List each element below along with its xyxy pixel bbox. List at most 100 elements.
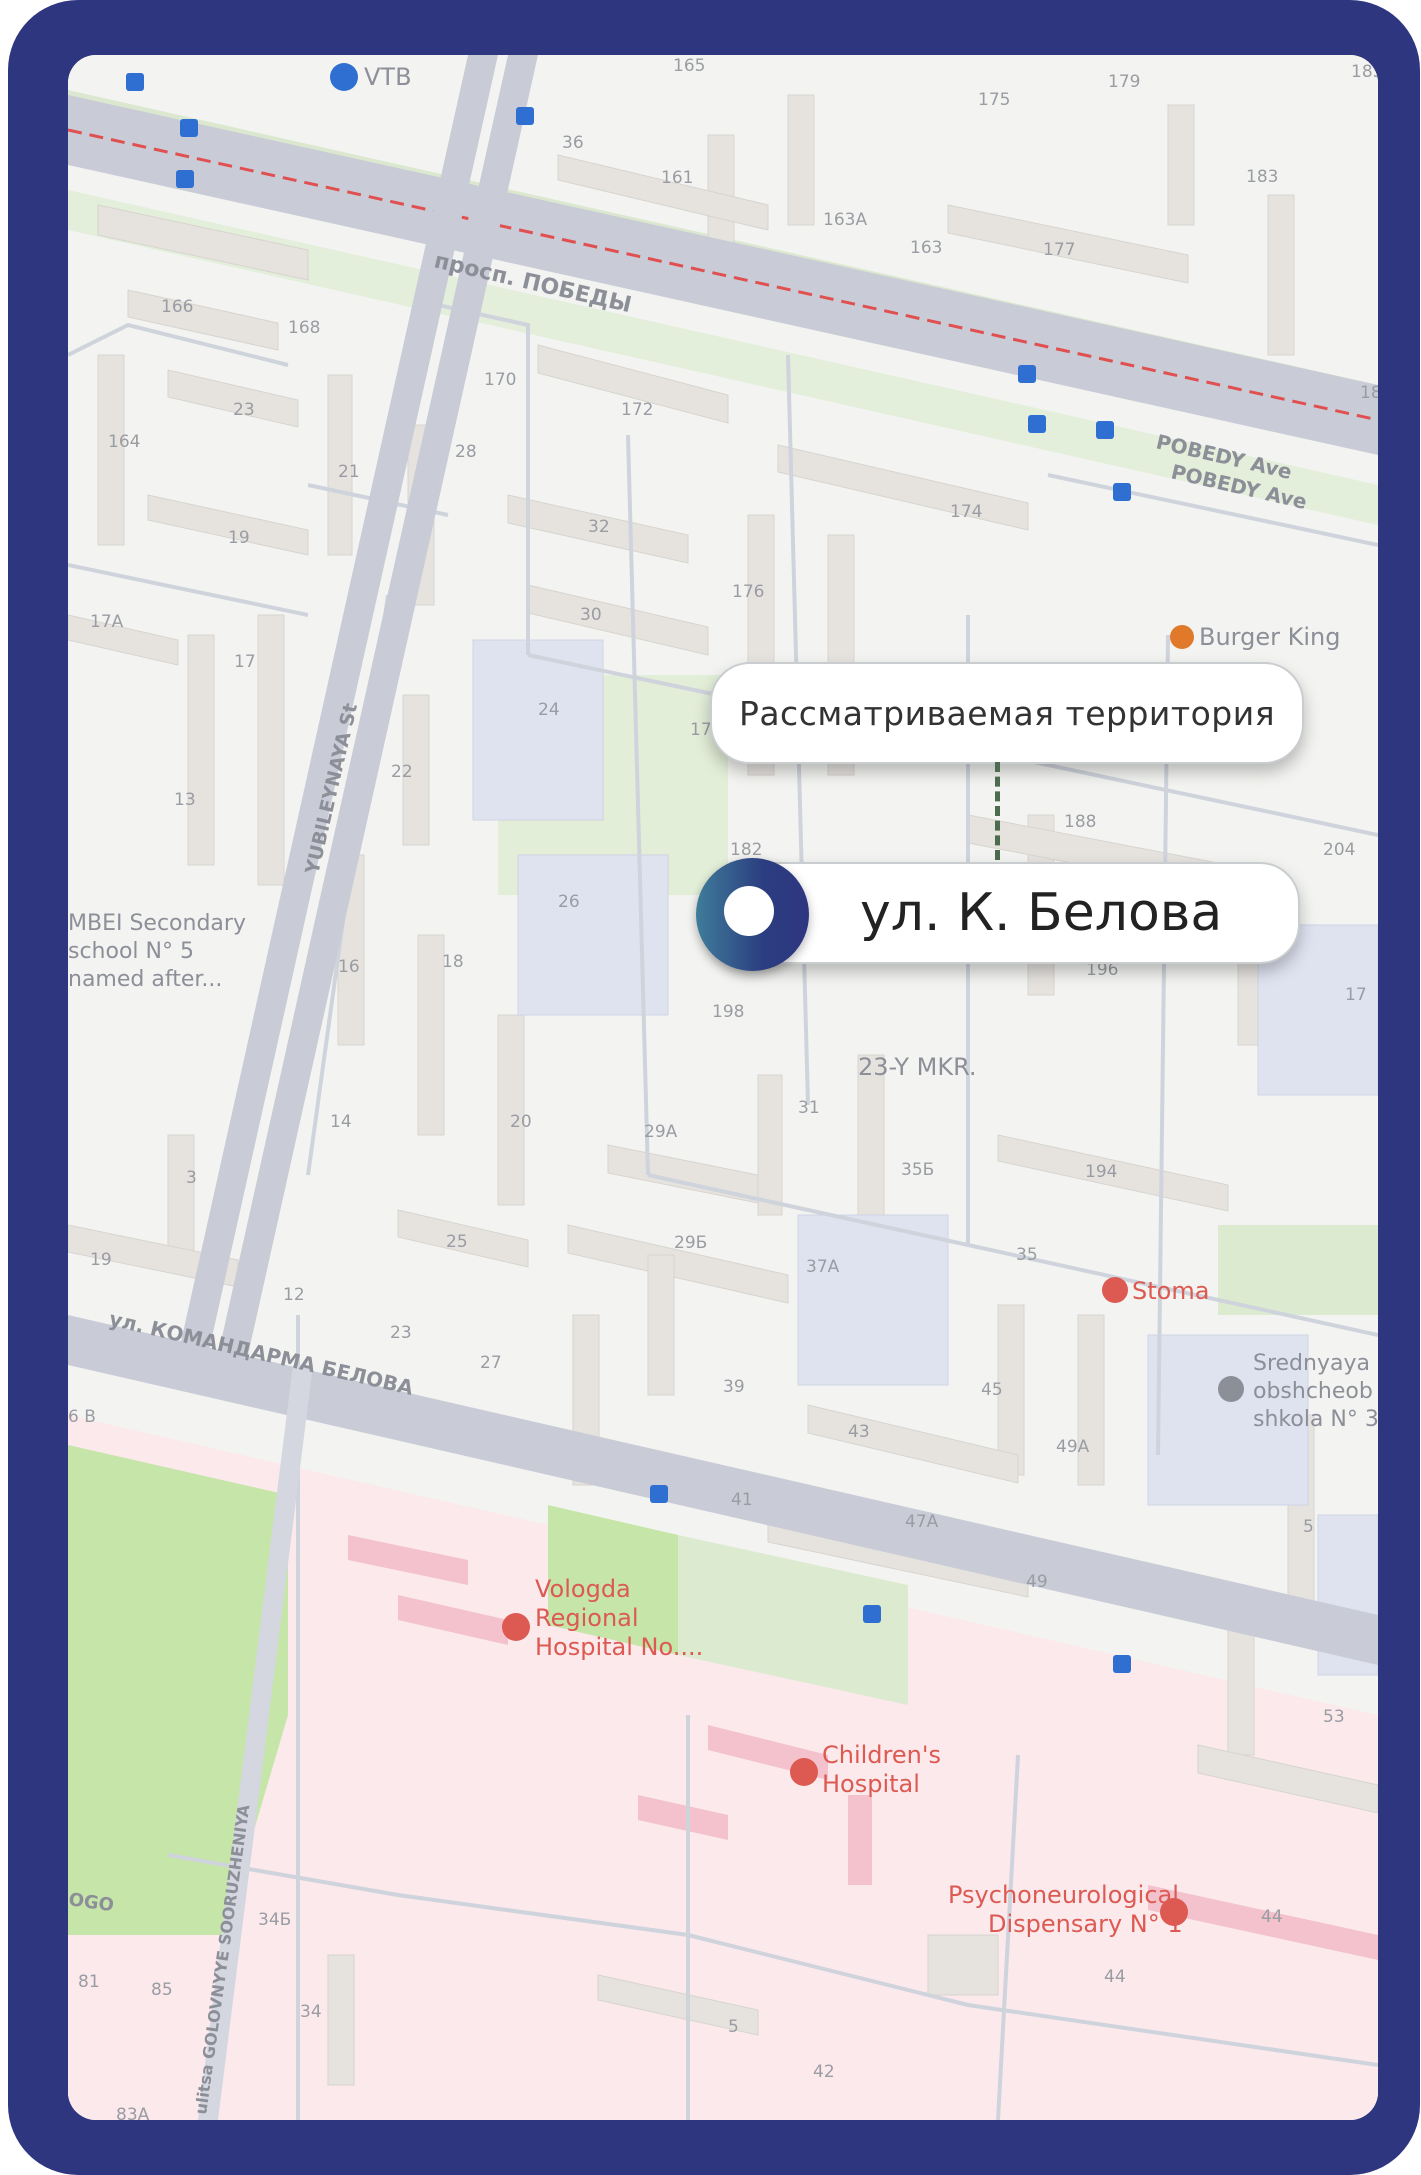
svg-text:44: 44 xyxy=(1261,1907,1283,1927)
svg-text:school N° 5: school N° 5 xyxy=(68,939,194,964)
svg-text:83A: 83A xyxy=(116,2105,150,2120)
svg-text:3: 3 xyxy=(186,1168,197,1188)
svg-text:Hospital: Hospital xyxy=(822,1770,920,1798)
svg-text:34Б: 34Б xyxy=(258,1910,291,1930)
svg-text:166: 166 xyxy=(161,297,193,317)
svg-text:26: 26 xyxy=(558,892,580,912)
location-pin-icon[interactable] xyxy=(696,858,809,971)
svg-text:179: 179 xyxy=(1108,72,1140,92)
svg-text:188: 188 xyxy=(1064,812,1096,832)
svg-text:49A: 49A xyxy=(1056,1437,1090,1457)
svg-text:34: 34 xyxy=(300,2002,322,2022)
svg-text:41: 41 xyxy=(731,1490,753,1510)
svg-text:25: 25 xyxy=(446,1232,468,1252)
svg-text:named after...: named after... xyxy=(68,967,222,992)
svg-text:5: 5 xyxy=(728,2017,739,2037)
svg-text:44: 44 xyxy=(1104,1967,1126,1987)
svg-text:47A: 47A xyxy=(905,1512,939,1532)
vtb-label[interactable]: VTB xyxy=(364,63,412,91)
svg-text:176: 176 xyxy=(732,582,764,602)
map-viewport[interactable]: просп. ПОБЕДЫ POBEDY Ave POBEDY Ave YUBI… xyxy=(68,55,1378,2120)
svg-text:35: 35 xyxy=(1016,1245,1038,1265)
svg-text:22: 22 xyxy=(391,762,413,782)
map-frame: просп. ПОБЕДЫ POBEDY Ave POBEDY Ave YUBI… xyxy=(8,0,1420,2175)
svg-text:Hospital No....: Hospital No.... xyxy=(535,1633,703,1661)
svg-text:29Б: 29Б xyxy=(674,1233,707,1253)
svg-text:18: 18 xyxy=(442,952,464,972)
svg-text:6 B: 6 B xyxy=(68,1407,96,1427)
svg-text:177: 177 xyxy=(1043,240,1075,260)
map-canvas[interactable]: просп. ПОБЕДЫ POBEDY Ave POBEDY Ave YUBI… xyxy=(68,55,1378,2120)
svg-text:53: 53 xyxy=(1323,1707,1345,1727)
svg-text:163A: 163A xyxy=(823,210,867,230)
svg-text:204: 204 xyxy=(1323,840,1355,860)
svg-text:175: 175 xyxy=(978,90,1010,110)
svg-text:Children's: Children's xyxy=(822,1741,941,1769)
dental-icon[interactable] xyxy=(1102,1277,1128,1303)
svg-text:Vologda: Vologda xyxy=(535,1575,631,1603)
svg-text:35Б: 35Б xyxy=(901,1160,934,1180)
svg-text:12: 12 xyxy=(283,1285,305,1305)
svg-text:194: 194 xyxy=(1085,1162,1117,1182)
burger-icon[interactable] xyxy=(1170,625,1194,649)
svg-text:Psychoneurological: Psychoneurological xyxy=(948,1881,1179,1909)
svg-text:14: 14 xyxy=(330,1112,352,1132)
svg-text:16: 16 xyxy=(338,957,360,977)
svg-text:29A: 29A xyxy=(644,1122,678,1142)
svg-text:17: 17 xyxy=(1345,985,1367,1005)
territory-callout: Рассматриваемая территория xyxy=(710,662,1304,764)
svg-text:13: 13 xyxy=(174,790,196,810)
svg-text:31: 31 xyxy=(798,1098,820,1118)
green-zone-east xyxy=(1218,1225,1378,1315)
svg-text:19: 19 xyxy=(90,1250,112,1270)
svg-text:42: 42 xyxy=(813,2062,835,2082)
childrens-hospital-icon[interactable] xyxy=(790,1758,818,1786)
svg-text:170: 170 xyxy=(484,370,516,390)
callout-connector xyxy=(995,762,1000,860)
svg-text:20: 20 xyxy=(510,1112,532,1132)
svg-text:43: 43 xyxy=(848,1422,870,1442)
stoma-label[interactable]: Stoma xyxy=(1132,1277,1209,1305)
svg-text:37A: 37A xyxy=(806,1257,840,1277)
school-icon[interactable] xyxy=(1218,1376,1244,1402)
svg-text:27: 27 xyxy=(480,1353,502,1373)
svg-text:Dispensary N° 1: Dispensary N° 1 xyxy=(988,1910,1183,1938)
svg-text:21: 21 xyxy=(338,462,360,482)
burger-king-label[interactable]: Burger King xyxy=(1199,623,1340,651)
svg-text:45: 45 xyxy=(981,1380,1003,1400)
svg-text:Regional: Regional xyxy=(535,1604,639,1632)
svg-text:18: 18 xyxy=(1360,383,1378,403)
svg-text:85: 85 xyxy=(151,1980,173,2000)
svg-text:164: 164 xyxy=(108,432,140,452)
svg-text:161: 161 xyxy=(661,168,693,188)
svg-text:49: 49 xyxy=(1026,1572,1048,1592)
svg-text:28: 28 xyxy=(455,442,477,462)
svg-text:23: 23 xyxy=(233,400,255,420)
svg-text:183: 183 xyxy=(1246,167,1278,187)
svg-text:182: 182 xyxy=(730,840,762,860)
svg-text:174: 174 xyxy=(950,502,982,522)
svg-text:36: 36 xyxy=(562,133,584,153)
svg-text:24: 24 xyxy=(538,700,560,720)
svg-text:Srednyaya: Srednyaya xyxy=(1253,1351,1370,1376)
svg-text:shkola N° 30: shkola N° 30 xyxy=(1253,1407,1378,1432)
svg-text:30: 30 xyxy=(580,605,602,625)
district-label: 23-Y MKR. xyxy=(858,1053,977,1081)
hospital-cross-icon[interactable] xyxy=(502,1613,530,1641)
svg-text:17: 17 xyxy=(234,652,256,672)
svg-text:5: 5 xyxy=(1303,1517,1314,1537)
svg-text:19: 19 xyxy=(228,528,250,548)
svg-text:172: 172 xyxy=(621,400,653,420)
svg-text:23: 23 xyxy=(390,1323,412,1343)
svg-text:MBEI Secondary: MBEI Secondary xyxy=(68,911,246,936)
school30-label[interactable]: Srednyaya obshcheob shkola N° 30 xyxy=(1253,1351,1378,1432)
svg-text:198: 198 xyxy=(712,1002,744,1022)
svg-text:168: 168 xyxy=(288,318,320,338)
svg-text:obshcheob: obshcheob xyxy=(1253,1379,1373,1404)
svg-text:163: 163 xyxy=(910,238,942,258)
svg-text:165: 165 xyxy=(673,56,705,76)
svg-text:39: 39 xyxy=(723,1377,745,1397)
bank-icon[interactable] xyxy=(330,63,358,91)
svg-text:81: 81 xyxy=(78,1972,100,1992)
svg-text:17A: 17A xyxy=(90,612,124,632)
